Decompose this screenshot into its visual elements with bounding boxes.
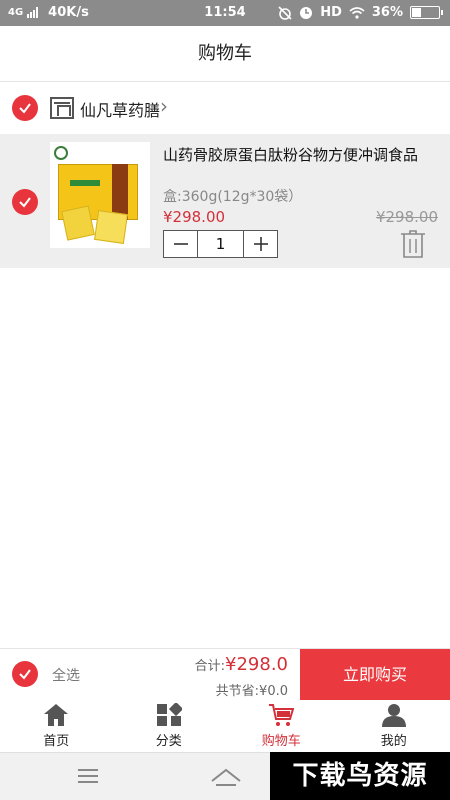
status-bar: 4G 40K/s 11:54 HD 36% [0, 0, 450, 26]
watermark: 下载鸟资源 [270, 752, 450, 800]
tab-home[interactable]: 首页 [0, 700, 113, 752]
tab-label: 首页 [43, 734, 70, 749]
product-spec: 盒:360g(12g*30袋） [163, 189, 303, 205]
select-all-checkbox[interactable] [12, 661, 38, 687]
product-image[interactable] [50, 142, 150, 248]
tab-bar: 首页 分类 购物车 我的 [0, 700, 450, 752]
buy-now-button[interactable]: 立即购买 [300, 649, 450, 701]
user-icon [381, 704, 406, 727]
home-nav-icon[interactable] [210, 767, 242, 787]
tab-label: 购物车 [261, 734, 301, 749]
page-title: 购物车 [0, 26, 450, 82]
battery-percent: 36% [371, 5, 403, 20]
decrease-button[interactable] [164, 231, 198, 257]
plus-icon [253, 237, 268, 251]
checkmark-icon [19, 197, 31, 208]
product-name[interactable]: 山药骨胶原蛋白肽粉谷物方便冲调食品 [163, 146, 443, 165]
battery-icon [410, 6, 443, 19]
total-label: 合计: [194, 659, 226, 674]
product-price: ¥298.00 [163, 208, 226, 226]
menu-icon[interactable] [78, 769, 98, 783]
brand-logo-icon [54, 146, 68, 160]
tab-cart[interactable]: 购物车 [225, 700, 338, 752]
checkmark-icon [19, 669, 31, 680]
item-checkbox[interactable] [12, 189, 38, 215]
chevron-right-icon[interactable]: › [160, 94, 168, 118]
shop-row: 仙凡草药膳 › [0, 82, 450, 134]
box-label [70, 180, 100, 186]
status-right: HD 36% [278, 5, 443, 20]
hd-indicator: HD [320, 5, 342, 20]
select-all-label[interactable]: 全选 [52, 665, 80, 685]
tab-category[interactable]: 分类 [113, 700, 226, 752]
cart-icon [269, 704, 295, 726]
total-value: ¥298.0 [225, 654, 288, 675]
home-icon [44, 704, 69, 726]
quantity-stepper: 1 [163, 230, 278, 258]
clock-icon [300, 6, 313, 19]
sachet [94, 210, 128, 244]
shop-name[interactable]: 仙凡草药膳 [80, 97, 160, 121]
category-icon [156, 703, 182, 726]
trash-icon[interactable] [400, 230, 426, 258]
checkmark-icon [19, 103, 31, 114]
alarm-off-icon [278, 5, 292, 20]
sachet [61, 205, 95, 241]
product-original-price: ¥298.00 [375, 208, 438, 226]
store-icon [50, 97, 74, 119]
tab-label: 分类 [155, 734, 182, 749]
total-amount: 合计:¥298.0 [195, 654, 288, 675]
shop-checkbox[interactable] [12, 95, 38, 121]
tab-profile[interactable]: 我的 [338, 700, 450, 752]
wifi-icon [349, 7, 365, 19]
minus-icon [173, 243, 188, 245]
tab-label: 我的 [380, 734, 407, 749]
cart-item: 山药骨胶原蛋白肽粉谷物方便冲调食品 盒:360g(12g*30袋） ¥298.0… [0, 134, 450, 268]
quantity-field[interactable]: 1 [198, 231, 243, 257]
checkout-bar: 全选 合计:¥298.0 共节省:¥0.0 立即购买 [0, 648, 450, 701]
saved-amount: 共节省:¥0.0 [215, 684, 288, 699]
increase-button[interactable] [243, 231, 277, 257]
